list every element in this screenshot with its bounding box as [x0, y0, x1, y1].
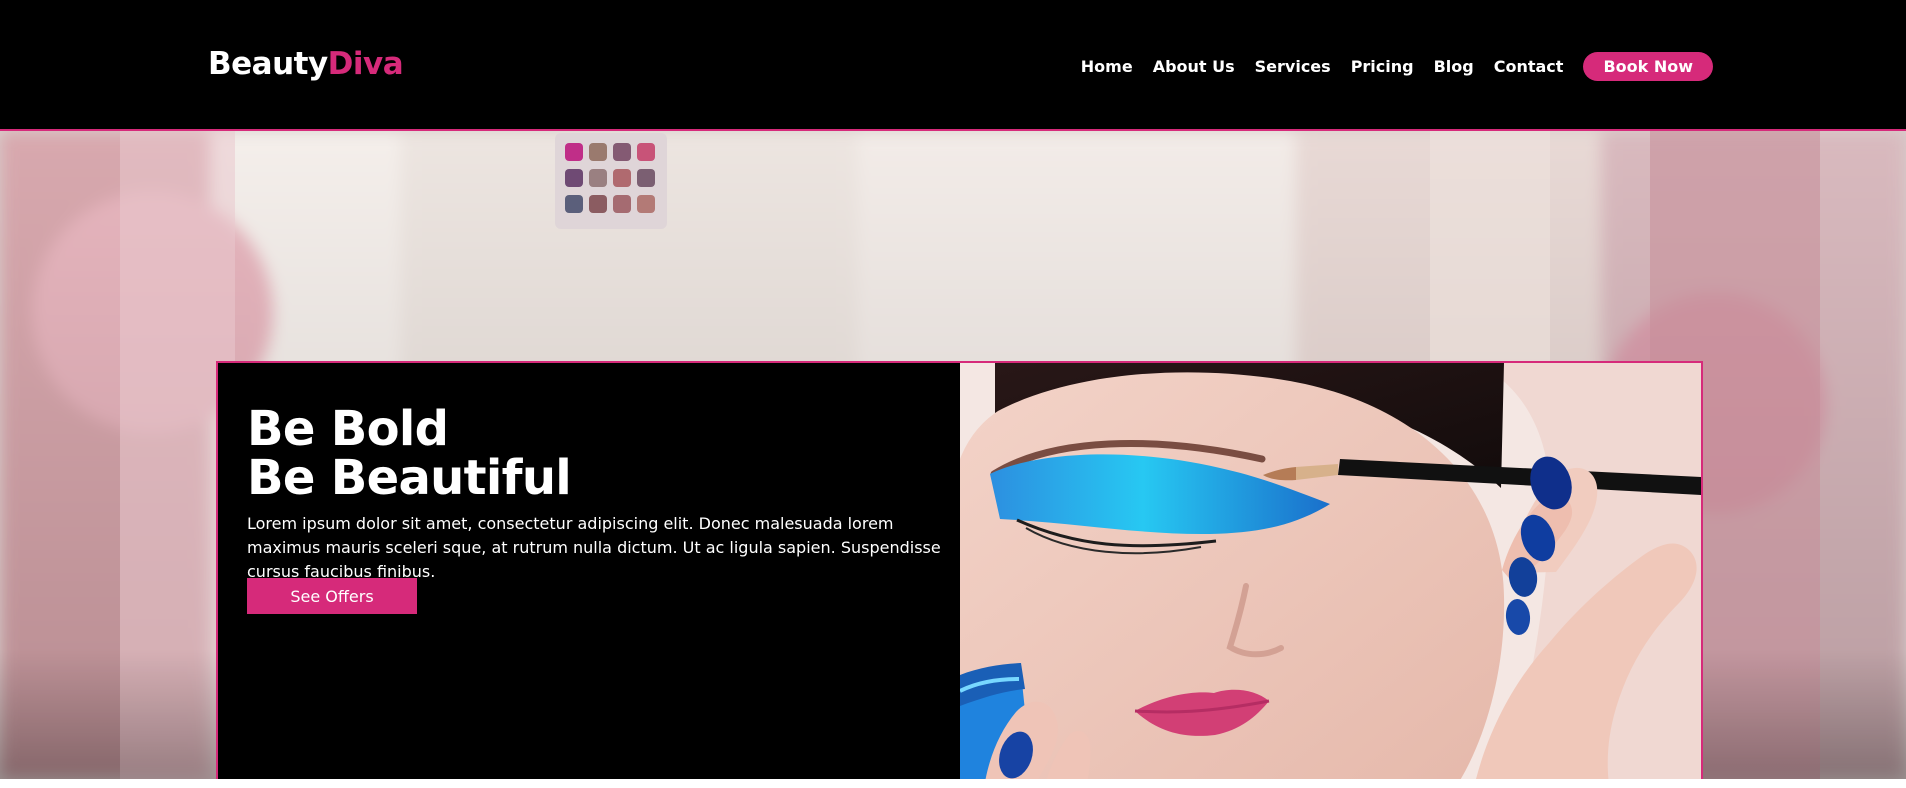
nav-blog-link[interactable]: Blog — [1434, 57, 1474, 76]
makeup-portrait-illustration — [960, 363, 1701, 779]
background-palette — [555, 133, 667, 229]
hero-card: Be Bold Be Beautiful Lorem ipsum dolor s… — [216, 361, 1703, 779]
nav-about-us-link[interactable]: About Us — [1153, 57, 1235, 76]
makeup-portrait-image — [960, 363, 1701, 779]
hero-title-line-2: Be Beautiful — [247, 450, 572, 506]
nav-pricing-link[interactable]: Pricing — [1351, 57, 1414, 76]
page-bottom-strip — [0, 779, 1906, 788]
nav-services-link[interactable]: Services — [1255, 57, 1331, 76]
main-navigation: Home About Us Services Pricing Blog Cont… — [1081, 52, 1713, 81]
logo-primary-text: Beauty — [208, 46, 328, 82]
hero-title-line-1: Be Bold — [247, 401, 449, 457]
site-logo[interactable]: BeautyDiva — [208, 46, 404, 82]
hero-section: Be Bold Be Beautiful Lorem ipsum dolor s… — [0, 131, 1906, 779]
book-now-button[interactable]: Book Now — [1583, 52, 1713, 81]
hero-title: Be Bold Be Beautiful — [247, 405, 867, 503]
nav-home-link[interactable]: Home — [1081, 57, 1133, 76]
logo-accent-text: Diva — [327, 46, 404, 82]
hero-description: Lorem ipsum dolor sit amet, consectetur … — [247, 514, 941, 581]
see-offers-button[interactable]: See Offers — [247, 578, 417, 614]
nav-contact-link[interactable]: Contact — [1494, 57, 1564, 76]
top-navigation-bar: BeautyDiva Home About Us Services Pricin… — [0, 0, 1906, 131]
hero-text-panel: Be Bold Be Beautiful Lorem ipsum dolor s… — [218, 363, 962, 779]
